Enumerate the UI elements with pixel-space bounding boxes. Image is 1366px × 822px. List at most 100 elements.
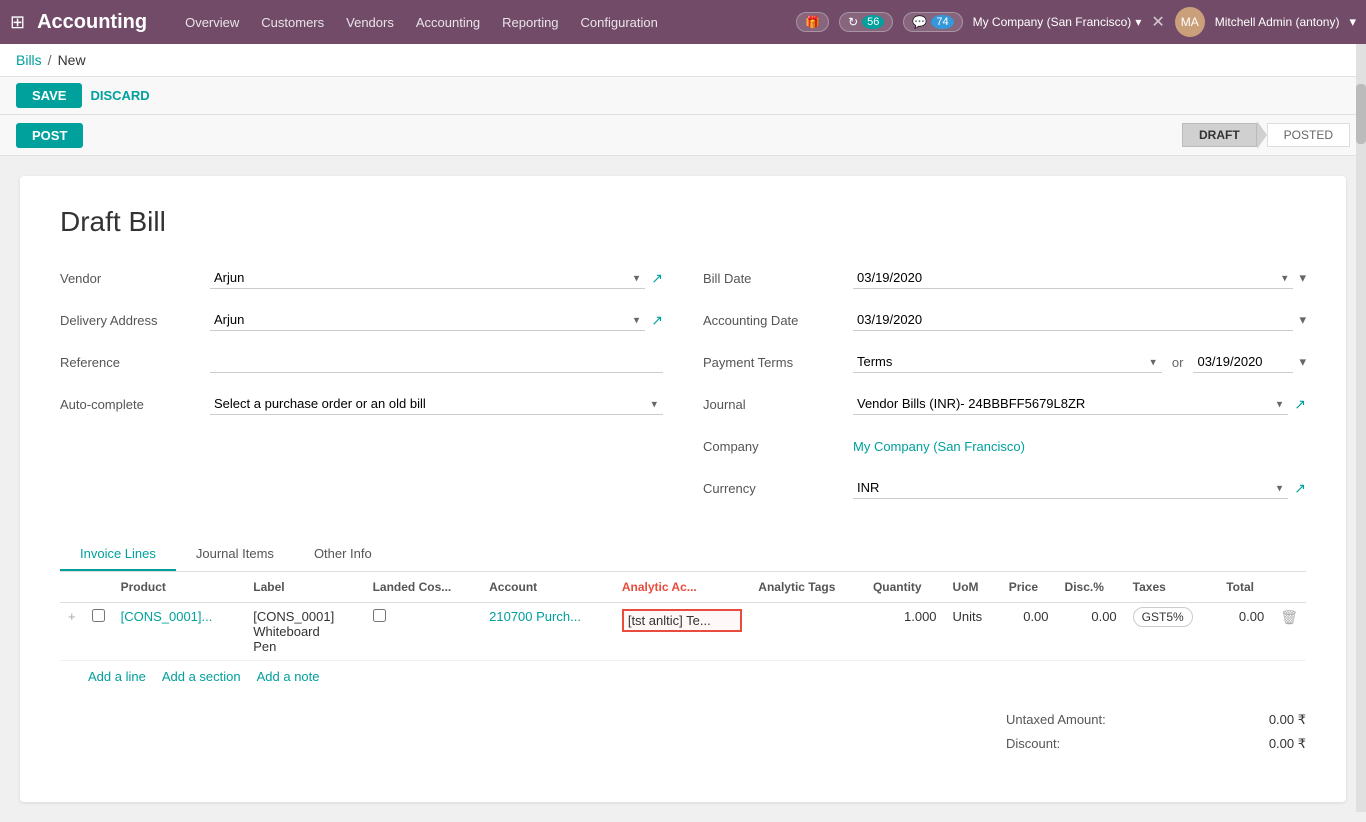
bill-date-input[interactable] bbox=[853, 267, 1293, 289]
cell-analytic-tags[interactable] bbox=[750, 603, 865, 661]
col-account: Account bbox=[481, 572, 614, 603]
tab-other-info[interactable]: Other Info bbox=[294, 538, 392, 571]
col-analytic-ac: Analytic Ac... bbox=[614, 572, 750, 603]
row-checkbox[interactable] bbox=[92, 609, 105, 622]
close-icon[interactable]: ✕ bbox=[1151, 12, 1164, 32]
button-bar: SAVE DISCARD bbox=[0, 77, 1366, 115]
delivery-select[interactable]: Arjun bbox=[210, 309, 645, 331]
col-total: Total bbox=[1218, 572, 1272, 603]
col-analytic-tags: Analytic Tags bbox=[750, 572, 865, 603]
payment-terms-date-input[interactable] bbox=[1193, 351, 1293, 373]
user-menu[interactable]: Mitchell Admin (antony) bbox=[1215, 15, 1340, 29]
col-taxes: Taxes bbox=[1125, 572, 1219, 603]
cell-landed-cost bbox=[365, 603, 482, 661]
add-section-link[interactable]: Add a section bbox=[162, 669, 241, 684]
col-disc: Disc.% bbox=[1057, 572, 1125, 603]
chat-badge-btn[interactable]: 💬 74 bbox=[903, 12, 962, 32]
form-right: Bill Date ▾ Accounting Date ▾ bbox=[703, 262, 1306, 514]
table-row: + [CONS_0001]... [CONS_0001] Whiteboard … bbox=[60, 603, 1306, 661]
accounting-date-input[interactable] bbox=[853, 309, 1293, 331]
accounting-date-chevron-icon: ▾ bbox=[1299, 312, 1306, 328]
company-selector[interactable]: My Company (San Francisco) ▾ bbox=[973, 15, 1142, 29]
bill-date-label: Bill Date bbox=[703, 271, 853, 286]
col-uom: UoM bbox=[945, 572, 1001, 603]
nav-accounting[interactable]: Accounting bbox=[414, 11, 482, 34]
add-note-link[interactable]: Add a note bbox=[257, 669, 320, 684]
refresh-badge-btn[interactable]: ↻ 56 bbox=[839, 12, 893, 32]
discard-button[interactable]: DISCARD bbox=[90, 88, 149, 103]
company-name: My Company (San Francisco) bbox=[973, 15, 1132, 29]
drag-handle[interactable]: + bbox=[60, 603, 84, 661]
col-price: Price bbox=[1001, 572, 1057, 603]
currency-external-link-icon[interactable]: ↗ bbox=[1294, 480, 1306, 497]
user-chevron-icon: ▾ bbox=[1349, 14, 1356, 30]
nav-right: 🎁 ↻ 56 💬 74 My Company (San Francisco) ▾… bbox=[796, 7, 1356, 37]
breadcrumb: Bills / New bbox=[16, 52, 1350, 68]
col-label: Label bbox=[245, 572, 364, 603]
payment-terms-label: Payment Terms bbox=[703, 355, 853, 370]
add-line-link[interactable]: Add a line bbox=[88, 669, 146, 684]
currency-label: Currency bbox=[703, 481, 853, 496]
landed-cost-checkbox[interactable] bbox=[373, 609, 386, 622]
nav-customers[interactable]: Customers bbox=[259, 11, 326, 34]
payment-terms-select[interactable]: Terms bbox=[853, 351, 1162, 373]
totals-table: Untaxed Amount: 0.00 ₹ Discount: 0.00 ₹ bbox=[1006, 708, 1306, 756]
untaxed-label: Untaxed Amount: bbox=[1006, 712, 1106, 728]
scrollbar[interactable] bbox=[1356, 44, 1366, 812]
tabs: Invoice Lines Journal Items Other Info bbox=[60, 538, 1306, 572]
delete-icon[interactable]: 🗑 bbox=[1280, 609, 1298, 625]
post-button[interactable]: POST bbox=[16, 123, 83, 148]
cell-analytic-ac[interactable]: [tst anltic] Te... bbox=[614, 603, 750, 661]
add-row: Add a line Add a section Add a note bbox=[60, 661, 1306, 692]
save-button[interactable]: SAVE bbox=[16, 83, 82, 108]
chat-icon: 💬 bbox=[912, 15, 927, 29]
nav-configuration[interactable]: Configuration bbox=[579, 11, 660, 34]
autocomplete-value: Select a purchase order or an old bill bbox=[210, 393, 663, 415]
invoice-lines-table: Product Label Landed Cos... Account Anal… bbox=[60, 572, 1306, 692]
analytic-ac-value[interactable]: [tst anltic] Te... bbox=[622, 609, 742, 632]
tab-journal-items[interactable]: Journal Items bbox=[176, 538, 294, 571]
refresh-icon: ↻ bbox=[848, 15, 858, 29]
cell-account[interactable]: 210700 Purch... bbox=[481, 603, 614, 661]
breadcrumb-parent[interactable]: Bills bbox=[16, 52, 42, 68]
autocomplete-select[interactable]: Select a purchase order or an old bill bbox=[210, 393, 663, 415]
breadcrumb-separator: / bbox=[48, 52, 52, 68]
vendor-select[interactable]: Arjun bbox=[210, 267, 645, 289]
action-bar: Bills / New bbox=[0, 44, 1366, 77]
reference-input[interactable] bbox=[210, 351, 663, 373]
accounting-date-field-row: Accounting Date ▾ bbox=[703, 304, 1306, 336]
cell-uom: Units bbox=[945, 603, 1001, 661]
accounting-date-value: ▾ bbox=[853, 309, 1306, 331]
currency-select[interactable]: INR bbox=[853, 477, 1288, 499]
payment-terms-value: Terms or ▾ bbox=[853, 351, 1306, 373]
tab-invoice-lines[interactable]: Invoice Lines bbox=[60, 538, 176, 571]
cell-quantity: 1.000 bbox=[865, 603, 945, 661]
delivery-external-link-icon[interactable]: ↗ bbox=[651, 312, 663, 329]
tax-badge[interactable]: GST5% bbox=[1133, 607, 1193, 627]
app-title: Accounting bbox=[37, 11, 147, 34]
vendor-external-link-icon[interactable]: ↗ bbox=[651, 270, 663, 287]
form-card: Draft Bill Vendor Arjun ↗ D bbox=[20, 176, 1346, 802]
journal-select[interactable]: Vendor Bills (INR)- 24BBBFF5679L8ZR bbox=[853, 393, 1288, 415]
nav-reporting[interactable]: Reporting bbox=[500, 11, 560, 34]
cell-delete[interactable]: 🗑 bbox=[1272, 603, 1306, 661]
status-draft[interactable]: DRAFT bbox=[1182, 123, 1257, 147]
main-content: Draft Bill Vendor Arjun ↗ D bbox=[0, 156, 1366, 822]
journal-value: Vendor Bills (INR)- 24BBBFF5679L8ZR ↗ bbox=[853, 393, 1306, 415]
currency-field-row: Currency INR ↗ bbox=[703, 472, 1306, 504]
nav-vendors[interactable]: Vendors bbox=[344, 11, 396, 34]
gift-icon-btn[interactable]: 🎁 bbox=[796, 12, 829, 32]
cell-product[interactable]: [CONS_0001]... bbox=[113, 603, 246, 661]
reference-value bbox=[210, 351, 663, 373]
journal-external-link-icon[interactable]: ↗ bbox=[1294, 396, 1306, 413]
cell-disc: 0.00 bbox=[1057, 603, 1125, 661]
company-label: Company bbox=[703, 439, 853, 454]
form-title: Draft Bill bbox=[60, 206, 1306, 238]
nav-links: Overview Customers Vendors Accounting Re… bbox=[183, 11, 790, 34]
company-link[interactable]: My Company (San Francisco) bbox=[853, 439, 1025, 454]
reference-field-row: Reference bbox=[60, 346, 663, 378]
scrollbar-thumb[interactable] bbox=[1356, 84, 1366, 144]
status-posted[interactable]: POSTED bbox=[1267, 123, 1350, 147]
nav-overview[interactable]: Overview bbox=[183, 11, 241, 34]
app-grid-icon[interactable]: ⊞ bbox=[10, 12, 25, 33]
